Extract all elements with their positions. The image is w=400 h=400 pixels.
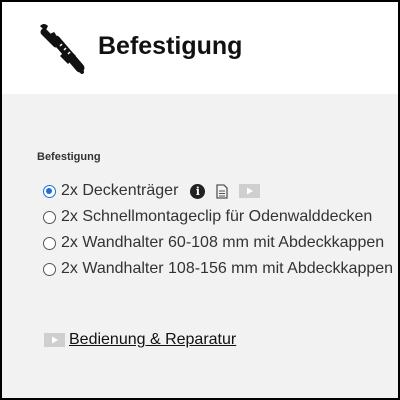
- repair-link-label: Bedienung & Reparatur: [69, 331, 237, 348]
- repair-link[interactable]: Bedienung & Reparatur: [44, 331, 236, 349]
- option-label: 2x Schnellmontageclip für Odenwalddecken: [61, 208, 373, 225]
- document-icon[interactable]: [216, 183, 229, 199]
- section-label: Befestigung: [37, 151, 101, 163]
- option-wandhalter-60-108[interactable]: 2x Wandhalter 60-108 mm mit Abdeckkappen: [43, 230, 398, 256]
- option-label: 2x Wandhalter 108-156 mm mit Abdeckkappe…: [61, 260, 394, 277]
- radio-button-checked[interactable]: [43, 184, 56, 198]
- option-wandhalter-108-156[interactable]: 2x Wandhalter 108-156 mm mit Abdeckkappe…: [43, 256, 398, 282]
- option-icons: i: [190, 183, 261, 199]
- info-icon[interactable]: i: [190, 183, 206, 199]
- option-label: 2x Wandhalter 60-108 mm mit Abdeckkappen: [61, 234, 385, 251]
- option-label: 2x Deckenträger: [61, 182, 179, 199]
- option-schnellmontageclip[interactable]: 2x Schnellmontageclip für Odenwalddecken: [43, 204, 398, 230]
- screwdriver-wrench-icon: [38, 22, 88, 78]
- mounting-options: 2x Deckenträger i 2x Schnellmontageclip …: [43, 178, 398, 282]
- radio-button[interactable]: [43, 262, 56, 276]
- video-icon[interactable]: [239, 184, 261, 198]
- page-frame: Befestigung Befestigung 2x Deckenträger …: [2, 2, 398, 398]
- header: Befestigung: [2, 2, 398, 94]
- video-icon: [44, 333, 65, 347]
- page-title: Befestigung: [98, 32, 243, 60]
- option-deckentraeger[interactable]: 2x Deckenträger i: [43, 178, 398, 204]
- radio-button[interactable]: [43, 210, 56, 224]
- radio-button[interactable]: [43, 236, 56, 250]
